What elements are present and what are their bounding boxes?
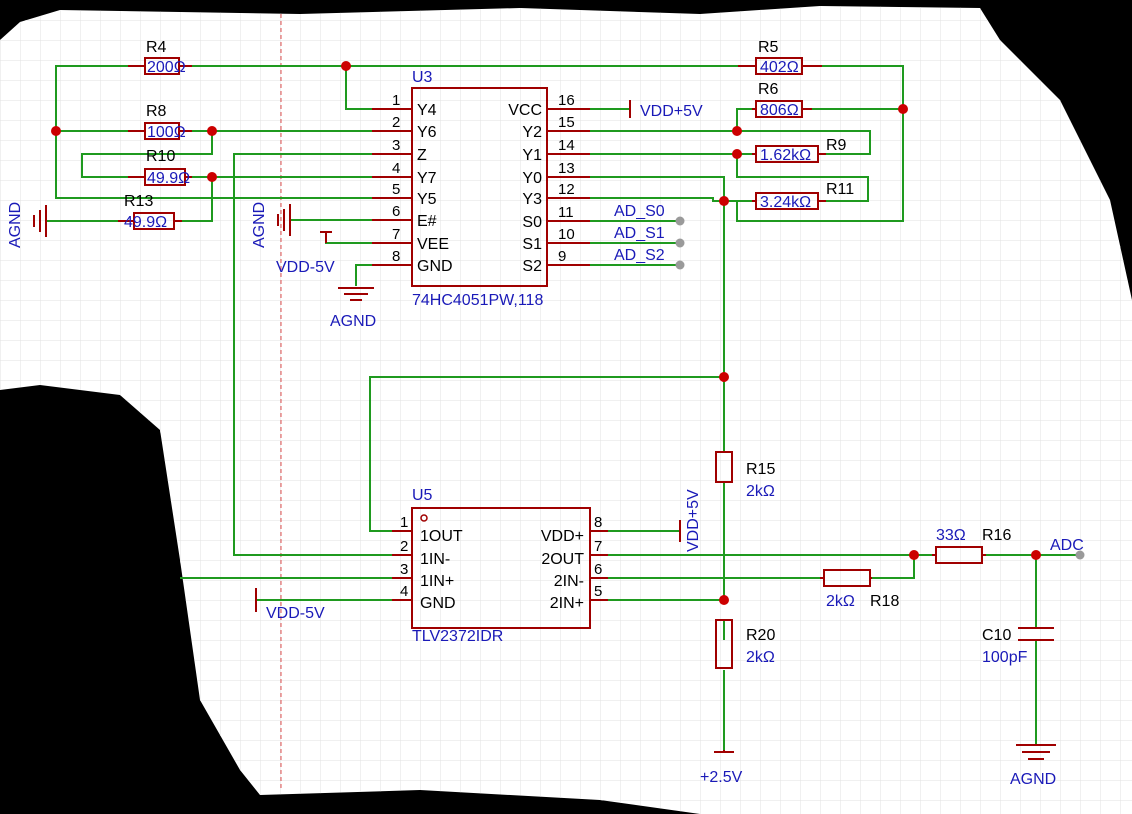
u3-ref: U3 xyxy=(412,69,433,86)
u3-pin-num: 1 xyxy=(392,92,400,109)
u3-pin-name: Y2 xyxy=(522,124,542,141)
r4-ref: R4 xyxy=(146,39,167,56)
u3-pin-name: Y5 xyxy=(417,191,437,208)
u3-pin-name: S0 xyxy=(522,214,542,231)
svg-text:AD_S2: AD_S2 xyxy=(614,247,665,264)
u3-pin-num: 5 xyxy=(392,181,400,198)
svg-text:AD_S1: AD_S1 xyxy=(614,225,665,242)
vdd-pos-label: VDD+5V xyxy=(640,103,703,120)
agnd-label: AGND xyxy=(330,313,376,330)
r16-value: 33Ω xyxy=(936,527,966,544)
u3-pin-num: 12 xyxy=(558,181,575,198)
r6-ref: R6 xyxy=(758,81,779,98)
u3-pin-num: 7 xyxy=(392,226,400,243)
u3-pin-num: 4 xyxy=(392,160,400,177)
r16-ref: R16 xyxy=(982,527,1011,544)
u5-pin-name: 1IN+ xyxy=(420,573,454,590)
r11-ref: R11 xyxy=(826,181,854,198)
u5-pin-name: 2OUT xyxy=(541,551,584,568)
u3-pin-num: 9 xyxy=(558,248,566,265)
u3-pin-num: 8 xyxy=(392,248,400,265)
u3-pin-num: 15 xyxy=(558,114,575,131)
u3-pin-name: Y1 xyxy=(522,147,542,164)
u5-pin-name: VDD+ xyxy=(541,528,584,545)
r20-ref: R20 xyxy=(746,627,775,644)
u3-part: 74HC4051PW,118 xyxy=(412,292,543,309)
u5-pin-num: 4 xyxy=(400,583,408,600)
r6-value: 806Ω xyxy=(760,102,799,119)
vdd-neg-label: VDD-5V xyxy=(266,605,325,622)
u3-pin-name: Y4 xyxy=(417,102,437,119)
u3-pin-num: 14 xyxy=(558,137,575,154)
c10-ref: C10 xyxy=(982,627,1011,644)
u3-pin-num: 6 xyxy=(392,203,400,220)
u3-pin-num: 3 xyxy=(392,137,400,154)
u3-pin-name: E# xyxy=(417,213,437,230)
r18-ref: R18 xyxy=(870,593,899,610)
r9-value: 1.62kΩ xyxy=(760,147,811,164)
u3-pin-name: Y0 xyxy=(522,170,542,187)
u3-pin-name: VCC xyxy=(508,102,542,119)
u3-pin-num: 10 xyxy=(558,226,575,243)
u3-pin-name: Z xyxy=(417,147,427,164)
u5-pin-name: GND xyxy=(420,595,456,612)
u3-pin-name: S2 xyxy=(522,258,542,275)
u3-pin-name: VEE xyxy=(417,236,449,253)
r10-ref: R10 xyxy=(146,148,175,165)
u3-pin-num: 13 xyxy=(558,160,575,177)
agnd-label: AGND xyxy=(251,202,268,248)
vdd-pos-label: VDD+5V xyxy=(685,489,702,552)
vdd-pos-u3: VDD+5V xyxy=(629,100,703,120)
vdd-neg-label: VDD-5V xyxy=(276,259,335,276)
r15-ref: R15 xyxy=(746,461,775,478)
r13-value: 49.9Ω xyxy=(124,214,167,231)
schematic-canvas: U3 74HC4051PW,118 1 Y4 2 Y6 3 Z 4 Y7 5 Y… xyxy=(0,0,1132,814)
v25-label: +2.5V xyxy=(700,769,743,786)
u3-pin-name: Y3 xyxy=(522,191,542,208)
r15-value: 2kΩ xyxy=(746,483,775,500)
u5-ref: U5 xyxy=(412,487,433,504)
u5-pin-name: 1IN- xyxy=(420,551,450,568)
r5-value: 402Ω xyxy=(760,59,799,76)
agnd-label: AGND xyxy=(7,202,24,248)
r18-value: 2kΩ xyxy=(826,593,855,610)
u3-pin-name: Y6 xyxy=(417,124,437,141)
r5-ref: R5 xyxy=(758,39,779,56)
r20-value: 2kΩ xyxy=(746,649,775,666)
u5-pin-num: 3 xyxy=(400,561,408,578)
r4-value: 200Ω xyxy=(147,59,186,76)
u5-pin-name: 2IN- xyxy=(554,573,584,590)
u5-pin-num: 6 xyxy=(594,561,602,578)
r13-ref: R13 xyxy=(124,193,153,210)
u5-part: TLV2372IDR xyxy=(412,628,503,645)
u3-pin-num: 11 xyxy=(558,204,574,221)
u3-pin-num: 2 xyxy=(392,114,400,131)
u5-pin-num: 5 xyxy=(594,583,602,600)
u3-pin-name: S1 xyxy=(522,236,542,253)
u5-pin-num: 7 xyxy=(594,538,602,555)
u5-pin-num: 1 xyxy=(400,514,408,531)
u3-pin-name: GND xyxy=(417,258,453,275)
r11-value: 3.24kΩ xyxy=(760,194,811,211)
r10-value: 49.9Ω xyxy=(147,170,190,187)
u3-pin-num: 16 xyxy=(558,92,575,109)
u5-pin-name: 1OUT xyxy=(420,528,463,545)
svg-text:AD_S0: AD_S0 xyxy=(614,203,665,220)
r8-ref: R8 xyxy=(146,103,167,120)
u5-pin-num: 2 xyxy=(400,538,408,555)
u3-pin-name: Y7 xyxy=(417,170,437,187)
schematic-svg: U3 74HC4051PW,118 1 Y4 2 Y6 3 Z 4 Y7 5 Y… xyxy=(0,6,1132,814)
agnd-label: AGND xyxy=(1010,771,1056,788)
r8-value: 100Ω xyxy=(147,124,186,141)
u5-right-pins: 8 VDD+ 7 2OUT 6 2IN- 5 2IN+ xyxy=(541,514,602,612)
r9-ref: R9 xyxy=(826,137,847,154)
u5-pin-num: 8 xyxy=(594,514,602,531)
u5-pin-name: 2IN+ xyxy=(550,595,584,612)
c10-value: 100pF xyxy=(982,649,1028,666)
